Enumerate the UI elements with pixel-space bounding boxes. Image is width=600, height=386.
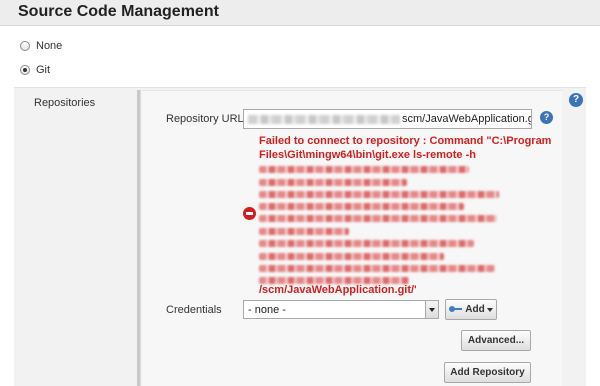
error-last-line: /scm/JavaWebApplication.git/' <box>259 284 417 296</box>
caret-down-icon <box>486 307 493 312</box>
none-label: None <box>36 40 63 52</box>
repository-url-label: Repository URL <box>166 113 244 125</box>
error-redacted-line <box>259 240 474 247</box>
error-redacted-line <box>259 253 444 260</box>
section-title: Source Code Management <box>18 3 219 20</box>
url-help-icon[interactable]: ? <box>540 111 553 124</box>
add-credentials-button[interactable]: Add <box>445 299 497 320</box>
error-redacted-line <box>259 277 409 284</box>
error-redacted-line <box>259 179 407 186</box>
error-redacted-line <box>259 265 495 272</box>
error-line-1: Failed to connect to repository : Comman… <box>259 135 552 147</box>
git-radio[interactable] <box>20 65 30 75</box>
error-redacted-line <box>259 191 499 198</box>
repositories-label: Repositories <box>34 97 96 109</box>
repository-url-value: scm/JavaWebApplication.git <box>402 113 532 125</box>
url-redacted-part <box>248 115 400 124</box>
error-redacted-line <box>259 203 464 210</box>
key-icon <box>449 306 463 313</box>
scm-option-none[interactable]: None <box>20 38 62 54</box>
git-label: Git <box>36 64 51 76</box>
repository-url-input[interactable]: scm/JavaWebApplication.git <box>243 109 532 129</box>
dropdown-arrow-icon[interactable] <box>425 301 438 318</box>
credentials-select[interactable]: - none - <box>243 300 439 319</box>
error-icon <box>243 207 256 220</box>
add-label: Add <box>465 304 485 315</box>
advanced-button[interactable]: Advanced... <box>461 330 531 351</box>
credentials-label: Credentials <box>166 304 222 316</box>
help-icon[interactable]: ? <box>569 93 583 107</box>
credentials-value: - none - <box>248 304 286 316</box>
repository-drag-handle[interactable] <box>137 90 141 386</box>
section-header: Source Code Management <box>0 0 600 26</box>
error-redacted-line <box>259 166 469 173</box>
error-redacted-line <box>259 228 349 235</box>
error-line-2: Files\Git\mingw64\bin\git.exe ls-remote … <box>259 149 476 161</box>
scm-option-git[interactable]: Git <box>20 62 50 78</box>
add-repository-button[interactable]: Add Repository <box>444 362 531 383</box>
none-radio[interactable] <box>20 41 30 51</box>
error-redacted-line <box>259 215 497 222</box>
